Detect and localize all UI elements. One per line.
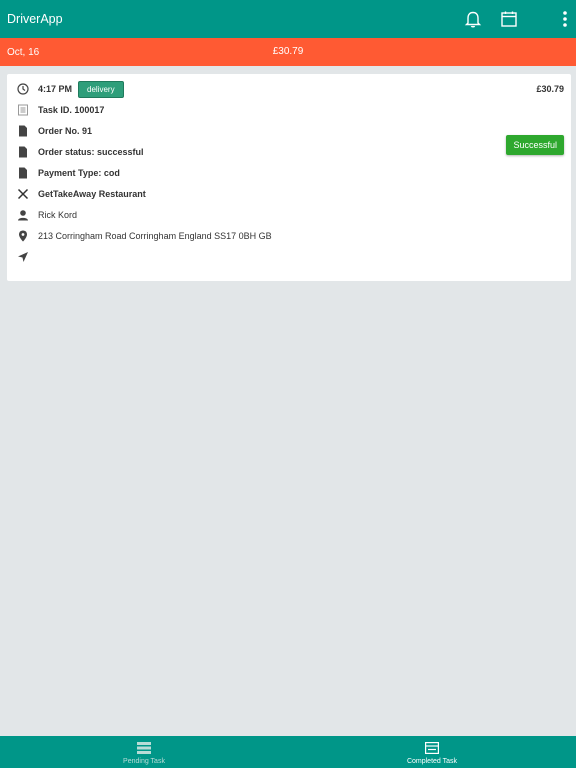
- location-pin-icon: [17, 230, 29, 242]
- navigate-row[interactable]: [17, 248, 38, 266]
- customer-name: Rick Kord: [38, 210, 78, 220]
- delivery-address: 213 Corringham Road Corringham England S…: [38, 231, 272, 241]
- payment-type-row: Payment Type: cod: [17, 164, 120, 182]
- task-time: 4:17 PM: [38, 84, 73, 94]
- person-icon: [17, 209, 29, 221]
- tab-pending-task[interactable]: Pending Task: [0, 736, 288, 768]
- task-id: Task ID. 100017: [38, 105, 105, 115]
- fork-knife-icon: [17, 188, 29, 200]
- order-status: Order status: successful: [38, 147, 144, 157]
- bell-icon[interactable]: [463, 9, 483, 29]
- task-amount: £30.79: [536, 84, 564, 94]
- app-title: DriverApp: [7, 12, 63, 26]
- card-list-icon: [425, 742, 439, 754]
- clock-icon: [17, 83, 29, 95]
- task-id-row: Task ID. 100017: [17, 101, 104, 119]
- date-bar: Oct, 16 £30.79: [0, 38, 576, 66]
- bottom-tab-bar: Pending Task Completed Task: [0, 736, 576, 768]
- customer-row: Rick Kord: [17, 206, 77, 224]
- tab-completed-task[interactable]: Completed Task: [288, 736, 576, 768]
- order-status-row: Order status: successful: [17, 143, 144, 161]
- restaurant-name: GetTakeAway Restaurant: [38, 189, 146, 199]
- navigation-arrow-icon[interactable]: [17, 251, 29, 263]
- address-row: 213 Corringham Road Corringham England S…: [17, 227, 272, 245]
- calendar-icon[interactable]: [499, 9, 519, 29]
- status-button[interactable]: Successful: [506, 135, 564, 155]
- daily-total: £30.79: [272, 46, 304, 57]
- payment-type: Payment Type: cod: [38, 168, 120, 178]
- restaurant-row: GetTakeAway Restaurant: [17, 185, 146, 203]
- more-vertical-icon[interactable]: [555, 9, 575, 29]
- task-card[interactable]: £30.79 Successful 4:17 PM delivery Task …: [7, 74, 571, 281]
- document-icon: [17, 146, 29, 158]
- app-header: DriverApp: [0, 0, 576, 38]
- time-row: 4:17 PM delivery: [17, 80, 124, 98]
- order-no-row: Order No. 91: [17, 122, 92, 140]
- list-icon: [17, 104, 29, 116]
- document-icon: [17, 125, 29, 137]
- stack-list-icon: [137, 742, 151, 754]
- order-number: Order No. 91: [38, 126, 93, 136]
- document-icon: [17, 167, 29, 179]
- task-type-badge: delivery: [78, 80, 124, 98]
- tab-pending-label: Pending Task: [123, 758, 165, 765]
- tab-completed-label: Completed Task: [406, 758, 458, 765]
